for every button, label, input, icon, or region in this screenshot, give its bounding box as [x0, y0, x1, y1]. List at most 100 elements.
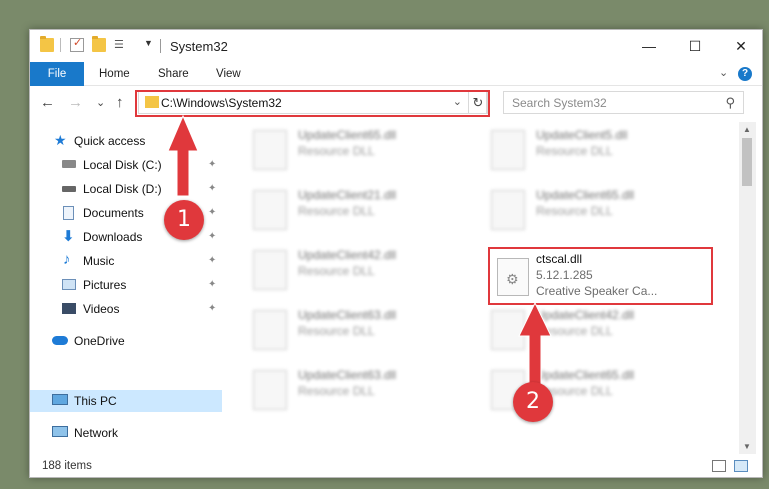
dll-file-icon [491, 190, 525, 230]
tab-home[interactable]: Home [99, 62, 130, 86]
pin-icon: ✦ [208, 279, 217, 290]
navigation-pane: ★ Quick access Local Disk (C:) ✦ Local D… [30, 122, 225, 454]
recent-locations-button[interactable]: ⌄ [96, 96, 105, 109]
address-highlight [135, 90, 490, 117]
list-item[interactable]: UpdateClient5.dll Resource DLL [463, 126, 668, 174]
customize-toolbar-icon[interactable]: ☰ [114, 38, 128, 52]
file-name: UpdateClient65.dll [536, 368, 635, 382]
file-name: UpdateClient63.dll [298, 368, 397, 382]
expand-ribbon-icon[interactable]: ⌄ [719, 66, 728, 79]
pin-icon: ✦ [208, 231, 217, 242]
file-type: Resource DLL [298, 144, 375, 158]
videos-icon [62, 303, 76, 314]
pin-icon: ✦ [208, 159, 217, 170]
sidebar-item-label: This PC [74, 394, 117, 408]
dll-file-icon [491, 310, 525, 350]
sidebar-item-pictures[interactable]: Pictures ✦ [30, 274, 222, 296]
sidebar-item-music[interactable]: ♪ Music ✦ [30, 250, 222, 272]
properties-icon[interactable]: ✓ [70, 37, 84, 52]
dll-file-icon [253, 190, 287, 230]
sidebar-item-local-disk-d[interactable]: Local Disk (D:) ✦ [30, 178, 222, 200]
divider [60, 38, 61, 52]
new-folder-icon[interactable] [92, 36, 106, 52]
sidebar-item-this-pc[interactable]: This PC [30, 390, 222, 412]
sidebar-item-quick-access[interactable]: ★ Quick access [30, 130, 222, 152]
large-icons-view-icon[interactable] [734, 460, 748, 472]
tab-view[interactable]: View [216, 62, 241, 86]
divider [160, 39, 161, 53]
sidebar-item-label: Network [74, 426, 119, 440]
qa-dropdown-icon[interactable]: ▼ [144, 38, 153, 48]
downloads-icon: ⬇ [62, 228, 75, 245]
dll-file-icon [253, 250, 287, 290]
file-name: UpdateClient65.dll [298, 128, 397, 142]
sidebar-item-label: Music [83, 254, 115, 268]
music-icon: ♪ [63, 251, 71, 268]
file-name: UpdateClient42.dll [298, 248, 397, 262]
search-icon: ⚲ [725, 95, 735, 110]
maximize-button[interactable]: ☐ [672, 30, 718, 62]
list-item[interactable]: UpdateClient42.dll Resource DLL [225, 246, 430, 294]
file-type: Resource DLL [536, 144, 613, 158]
sidebar-item-local-disk-c[interactable]: Local Disk (C:) ✦ [30, 154, 222, 176]
sidebar-item-onedrive[interactable]: OneDrive [30, 330, 222, 352]
back-button[interactable]: ← [40, 94, 55, 111]
forward-button[interactable]: → [68, 94, 83, 111]
network-icon [52, 426, 68, 437]
file-name: UpdateClient65.dll [536, 188, 635, 202]
sidebar-item-label: OneDrive [74, 334, 125, 348]
list-item[interactable]: UpdateClient21.dll Resource DLL [225, 186, 430, 234]
file-type: Resource DLL [298, 204, 375, 218]
ribbon: File Home Share View ⌄ ? [30, 62, 762, 86]
up-button[interactable]: ↑ [116, 94, 124, 111]
tab-share[interactable]: Share [158, 62, 189, 86]
dll-file-icon [253, 130, 287, 170]
dll-file-icon [253, 370, 287, 410]
onedrive-icon [52, 336, 68, 345]
drive-icon [62, 160, 76, 168]
file-type: Resource DLL [536, 324, 613, 338]
sidebar-item-label: Videos [83, 302, 120, 316]
minimize-button[interactable]: — [626, 30, 672, 62]
help-icon[interactable]: ? [738, 67, 752, 81]
step-badge-1: 1 [164, 200, 204, 240]
pin-icon: ✦ [208, 303, 217, 314]
pin-icon: ✦ [208, 183, 217, 194]
file-name: UpdateClient21.dll [298, 188, 397, 202]
pin-icon: ✦ [208, 255, 217, 266]
scrollbar-thumb[interactable] [742, 138, 752, 186]
folder-icon [40, 36, 54, 52]
documents-icon [63, 206, 74, 220]
file-type: Resource DLL [298, 264, 375, 278]
pc-icon [52, 394, 68, 405]
sidebar-item-label: Downloads [83, 230, 143, 244]
file-type: Resource DLL [298, 384, 375, 398]
details-view-icon[interactable] [712, 460, 726, 472]
file-name: UpdateClient5.dll [536, 128, 628, 142]
title-bar: ✓ ☰ ▼ System32 — ☐ ✕ [30, 30, 762, 62]
search-input[interactable]: Search System32 ⚲ [503, 91, 744, 114]
file-highlight [488, 247, 713, 305]
list-item[interactable]: UpdateClient63.dll Resource DLL [225, 306, 430, 354]
pin-icon: ✦ [208, 207, 217, 218]
list-item[interactable]: UpdateClient65.dll Resource DLL [225, 126, 430, 174]
tab-file[interactable]: File [30, 62, 84, 86]
sidebar-item-videos[interactable]: Videos ✦ [30, 298, 222, 320]
scroll-up-icon[interactable]: ▲ [743, 125, 751, 134]
drive-icon [62, 186, 76, 192]
step-badge-2: 2 [513, 382, 553, 422]
scroll-down-icon[interactable]: ▼ [743, 442, 751, 451]
window-title: System32 [170, 39, 228, 54]
sidebar-item-label: Pictures [83, 278, 127, 292]
vertical-scrollbar[interactable]: ▲ ▼ [739, 122, 756, 454]
file-type: Resource DLL [536, 204, 613, 218]
list-item[interactable]: UpdateClient42.dll Resource DLL [463, 306, 668, 354]
list-item[interactable]: UpdateClient63.dll Resource DLL [225, 366, 430, 414]
list-item[interactable]: UpdateClient65.dll Resource DLL [463, 186, 668, 234]
sidebar-item-label: Documents [83, 206, 144, 220]
close-button[interactable]: ✕ [718, 30, 762, 62]
sidebar-item-network[interactable]: Network [30, 422, 222, 444]
star-icon: ★ [54, 132, 67, 148]
list-item[interactable]: UpdateClient65.dll Resource DLL [463, 366, 668, 414]
search-placeholder: Search System32 [512, 96, 607, 110]
